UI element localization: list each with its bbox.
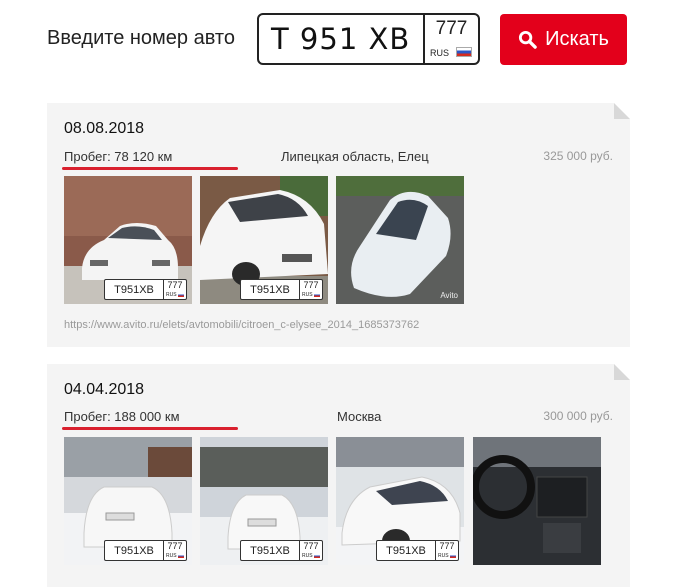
car-photo-image: [336, 176, 464, 304]
photo-plate: Т951ХВ 777 RUS: [376, 540, 459, 561]
listing-mileage: Пробег: 78 120 км: [64, 149, 173, 164]
listing-city: Москва: [337, 409, 382, 424]
mileage-underline: [62, 167, 238, 170]
photo-plate: Т951ХВ 777 RUS: [240, 540, 323, 561]
car-photo[interactable]: Avito: [336, 176, 464, 304]
plate-region-box[interactable]: 777 RUS: [425, 15, 478, 63]
photo-plate: Т951ХВ 777 RUS: [104, 540, 187, 561]
russia-flag-icon: [456, 47, 472, 57]
listing-price: 325 000 руб.: [543, 149, 613, 163]
plate-number-input[interactable]: Т 951 ХВ 777 RUS: [257, 13, 480, 65]
russia-flag-icon: [450, 554, 456, 558]
search-label: Введите номер авто: [47, 27, 235, 49]
car-photo[interactable]: Т951ХВ 777 RUS: [64, 176, 192, 304]
listing-card: 04.04.2018 Пробег: 188 000 км Москва 300…: [47, 364, 630, 587]
car-photo-image: [473, 437, 601, 565]
card-corner-fold: [614, 364, 630, 380]
card-corner-fold: [614, 103, 630, 119]
search-button[interactable]: Искать: [500, 14, 627, 65]
russia-flag-icon: [314, 293, 320, 297]
listing-url[interactable]: https://www.avito.ru/elets/avtomobili/ci…: [64, 319, 419, 331]
russia-flag-icon: [178, 293, 184, 297]
search-button-label: Искать: [545, 28, 609, 50]
car-photo[interactable]: Т951ХВ 777 RUS: [64, 437, 192, 565]
photo-plate: Т951ХВ 777 RUS: [240, 279, 323, 300]
plate-main-value[interactable]: Т 951 ХВ: [259, 15, 425, 63]
listing-date: 04.04.2018: [64, 381, 145, 398]
listing-date: 08.08.2018: [64, 120, 145, 137]
russia-flag-icon: [314, 554, 320, 558]
listing-mileage: Пробег: 188 000 км: [64, 409, 180, 424]
russia-flag-icon: [178, 554, 184, 558]
mileage-underline: [62, 427, 238, 430]
avito-watermark: Avito: [440, 291, 458, 300]
listing-city: Липецкая область, Елец: [281, 149, 429, 164]
photo-plate: Т951ХВ 777 RUS: [104, 279, 187, 300]
plate-country-label: RUS: [430, 48, 450, 58]
car-photo[interactable]: Т951ХВ 777 RUS: [336, 437, 464, 565]
listing-price: 300 000 руб.: [543, 409, 613, 423]
car-photo[interactable]: Т951ХВ 777 RUS: [200, 176, 328, 304]
car-photo[interactable]: [473, 437, 601, 565]
plate-region-value: 777: [435, 18, 468, 39]
listing-card: 08.08.2018 Пробег: 78 120 км Липецкая об…: [47, 103, 630, 347]
search-icon: [519, 30, 537, 49]
car-photo[interactable]: Т951ХВ 777 RUS: [200, 437, 328, 565]
